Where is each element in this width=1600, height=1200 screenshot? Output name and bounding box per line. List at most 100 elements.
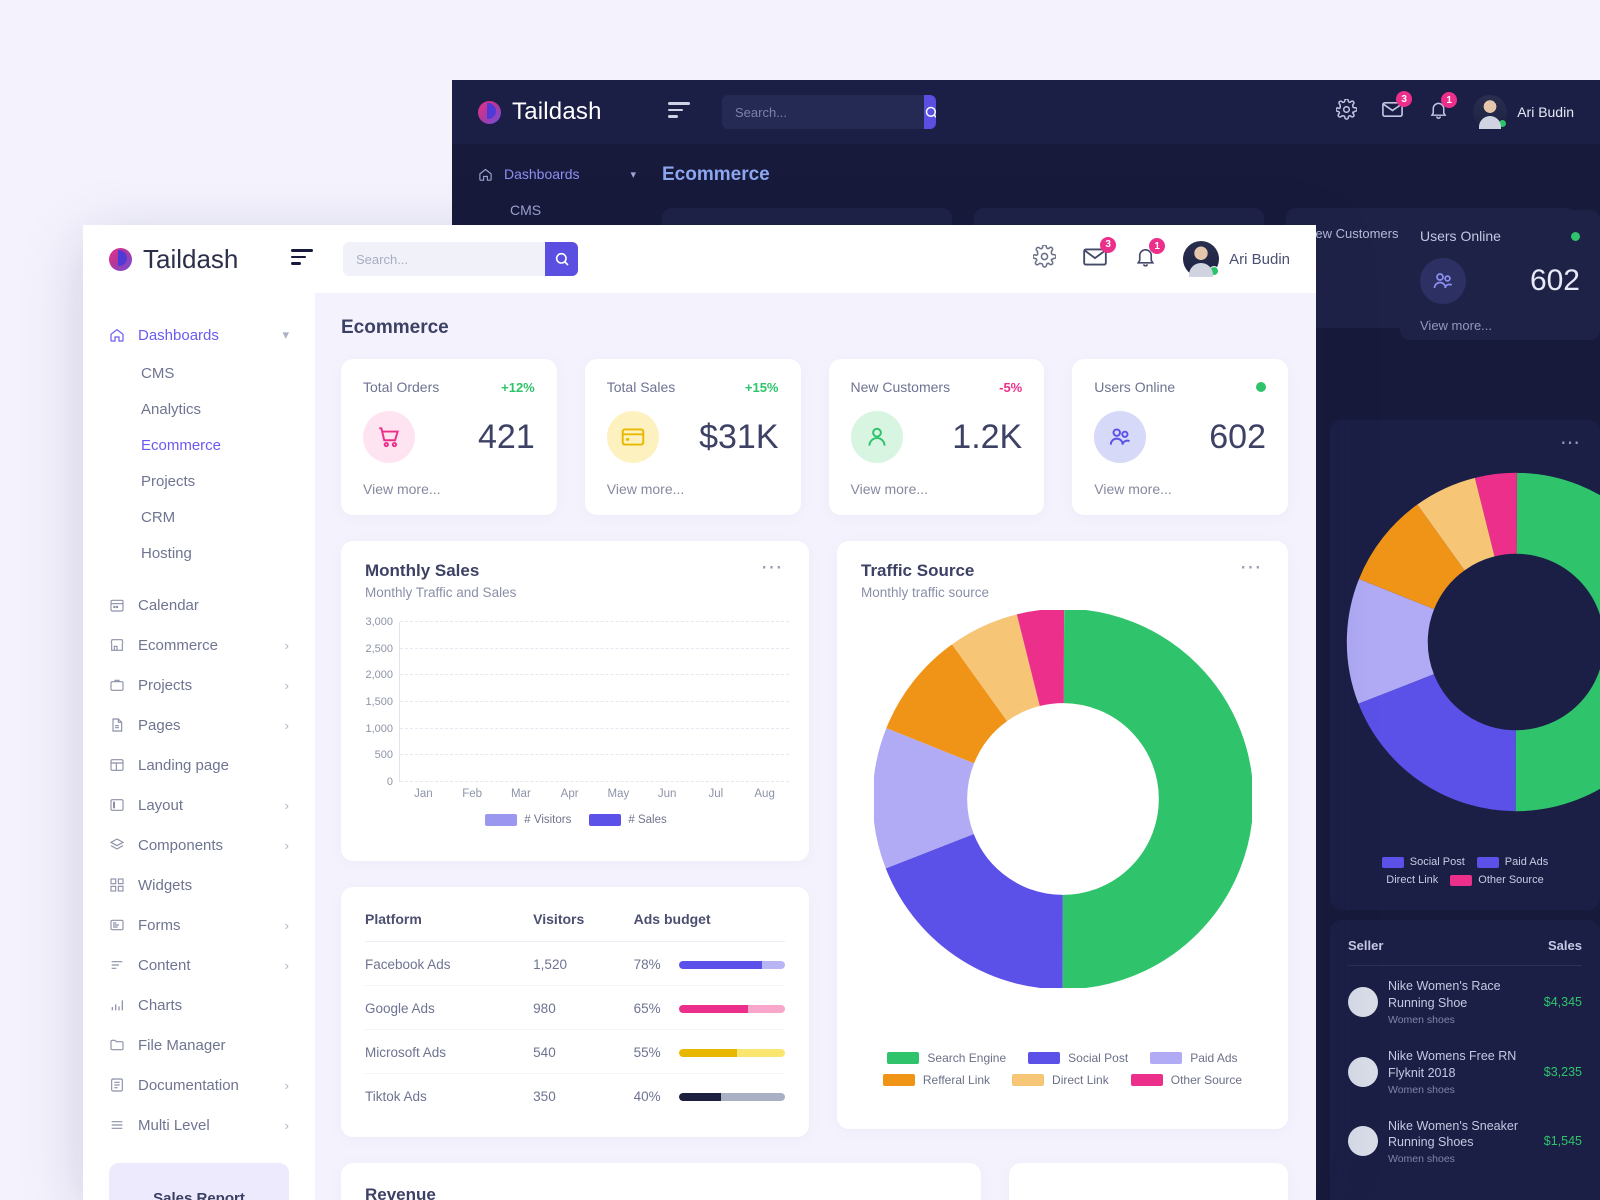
legend-item[interactable]: Paid Ads xyxy=(1150,1051,1238,1065)
sidebar-item-file-manager[interactable]: File Manager xyxy=(83,1025,315,1065)
dark-menu-toggle-button[interactable] xyxy=(668,102,690,121)
logo[interactable]: Taildash xyxy=(109,244,281,275)
messages-button[interactable]: 3 xyxy=(1082,236,1117,275)
sidebar-item-crm[interactable]: CRM xyxy=(83,499,315,535)
sidebar-label: Layout xyxy=(138,796,184,814)
legend-item[interactable]: # Visitors xyxy=(485,814,571,826)
sidebar-item-projects-sub[interactable]: Projects xyxy=(83,463,315,499)
stat-view-more[interactable]: View more... xyxy=(851,481,1023,497)
dark-seller-sales: $1,545 xyxy=(1543,1134,1582,1149)
dark-sidebar-item-dashboards[interactable]: Dashboards ▾ xyxy=(478,166,662,182)
sidebar-item-ecommerce-sub[interactable]: Ecommerce xyxy=(83,427,315,463)
sidebar-item-dashboards[interactable]: Dashboards ▾ xyxy=(83,315,315,355)
sidebar-item-forms[interactable]: Forms › xyxy=(83,905,315,945)
legend-item[interactable]: Search Engine xyxy=(887,1051,1006,1065)
budget-percent: 40% xyxy=(633,1089,661,1104)
menu-toggle-button[interactable] xyxy=(291,249,313,268)
table-row[interactable]: Google Ads 980 65% xyxy=(365,985,785,1030)
sidebar-item-pages[interactable]: Pages › xyxy=(83,705,315,745)
dark-user-menu[interactable]: Ari Budin xyxy=(1473,95,1574,129)
legend-item[interactable]: Refferal Link xyxy=(882,1073,991,1087)
live-status-dot xyxy=(1571,231,1580,241)
cell-ads-budget: 40% xyxy=(634,1074,785,1118)
cell-ads-budget: 55% xyxy=(633,1029,785,1074)
layout-icon xyxy=(110,759,124,771)
stat-card-users-online[interactable]: Users Online 602 View more... xyxy=(1072,359,1288,515)
stat-view-more[interactable]: View more... xyxy=(607,481,779,497)
sidebar-item-charts[interactable]: Charts xyxy=(83,985,315,1025)
stat-card-total-orders[interactable]: Total Orders +12% 421 View more... xyxy=(341,359,557,515)
sales-report-promo[interactable]: Sales Report xyxy=(109,1163,289,1200)
sidebar-label: Widgets xyxy=(138,876,193,894)
traffic-source-subtitle: Monthly traffic source xyxy=(861,585,990,600)
table-row[interactable]: Tiktok Ads 350 40% xyxy=(365,1074,785,1118)
notifications-button[interactable]: 1 xyxy=(1134,238,1166,273)
sidebar-item-landing-page[interactable]: Landing page xyxy=(83,745,315,785)
dark-seller-category: Women shoes xyxy=(1388,1013,1455,1026)
search-icon xyxy=(925,106,936,118)
dark-topbar: Taildash 3 1 Ari Budin xyxy=(452,80,1600,144)
legend-item[interactable]: Social Post xyxy=(1028,1051,1128,1065)
search-button[interactable] xyxy=(545,242,578,276)
settings-button[interactable] xyxy=(1032,244,1057,273)
sidebar-item-documentation[interactable]: Documentation › xyxy=(83,1065,315,1105)
sidebar-item-cms[interactable]: CMS xyxy=(83,355,315,391)
legend-item[interactable]: Other Source xyxy=(1130,1073,1242,1087)
dark-donut-legend: Social Post Paid Ads Direct Link Other S… xyxy=(1340,856,1590,892)
search-box[interactable] xyxy=(343,242,578,276)
dark-sidebar-item-cms[interactable]: CMS xyxy=(510,202,662,218)
sidebar-item-analytics[interactable]: Analytics xyxy=(83,391,315,427)
layers-icon xyxy=(109,838,125,850)
stat-view-more[interactable]: View more... xyxy=(1094,481,1266,497)
dark-search-input[interactable] xyxy=(722,95,924,129)
dark-users-online-card[interactable]: Users Online 602 View more... xyxy=(1400,210,1600,340)
user-menu[interactable]: Ari Budin xyxy=(1183,241,1290,277)
dark-logo[interactable]: Taildash xyxy=(478,98,628,126)
sidebar-item-projects[interactable]: Projects › xyxy=(83,665,315,705)
dark-seller-row[interactable]: Nike Women's Race Running Shoe Women sho… xyxy=(1348,966,1582,1036)
table-row[interactable]: Microsoft Ads 540 55% xyxy=(365,1029,785,1074)
ads-budget-table: Platform Visitors Ads budget Facebook Ad… xyxy=(365,911,785,1117)
x-axis-tick-label: Mar xyxy=(510,788,531,800)
stat-view-more[interactable]: View more... xyxy=(363,481,535,497)
donut-segment[interactable] xyxy=(873,610,1252,988)
sidebar-item-layout[interactable]: Layout › xyxy=(83,785,315,825)
dark-traffic-source-card: ⋯ Social Post Paid Ads Direct Link Other… xyxy=(1330,420,1600,910)
sidebar-item-widgets[interactable]: Widgets xyxy=(83,865,315,905)
dark-topbar-actions: 3 1 Ari Budin xyxy=(1335,91,1574,129)
sidebar-item-multi-level[interactable]: Multi Level › xyxy=(83,1105,315,1145)
legend-swatch xyxy=(882,1074,915,1086)
dark-seller-row[interactable]: Nike Womens Free RN Flyknit 2018 Women s… xyxy=(1348,1036,1582,1106)
dark-search-button[interactable] xyxy=(924,95,936,129)
dark-seller-category: Women shoes xyxy=(1388,1153,1455,1166)
gear-icon xyxy=(1032,244,1057,268)
sidebar-item-content[interactable]: Content › xyxy=(83,945,315,985)
monthly-sales-menu-button[interactable]: ⋯ xyxy=(761,556,786,600)
sidebar-item-calendar[interactable]: Calendar xyxy=(83,585,315,625)
donut-chart xyxy=(873,610,1252,988)
stat-card-new-customers[interactable]: New Customers -5% 1.2K View more... xyxy=(828,359,1045,515)
legend-item[interactable]: # Sales xyxy=(589,814,667,826)
grid-icon xyxy=(110,878,124,892)
dark-messages-button[interactable]: 3 xyxy=(1381,91,1413,126)
table-row[interactable]: Facebook Ads 1,520 78% xyxy=(365,941,785,986)
traffic-source-menu-button[interactable]: ⋯ xyxy=(1240,556,1265,600)
sidebar-item-hosting[interactable]: Hosting xyxy=(83,535,315,571)
sidebar-item-components[interactable]: Components › xyxy=(83,825,315,865)
dark-card-menu-button[interactable]: ⋯ xyxy=(1348,433,1582,453)
dark-seller-row[interactable]: Nike Women's Sneaker Running Shoes Women… xyxy=(1348,1106,1582,1176)
search-input[interactable] xyxy=(343,242,545,276)
traffic-source-chart xyxy=(837,604,1288,994)
stat-card-total-sales[interactable]: Total Sales +15% $31K View more... xyxy=(584,359,801,515)
legend-label: Refferal Link xyxy=(922,1073,991,1087)
dark-users-online-view-more[interactable]: View more... xyxy=(1420,318,1580,333)
dark-search-box[interactable] xyxy=(722,95,936,129)
sidebar-item-ecommerce[interactable]: Ecommerce › xyxy=(83,625,315,665)
search-icon xyxy=(555,252,569,266)
sidebar-label: Landing page xyxy=(138,756,229,774)
user-icon xyxy=(850,411,903,463)
home-icon xyxy=(110,328,124,342)
legend-item[interactable]: Direct Link xyxy=(1012,1073,1109,1087)
dark-notifications-button[interactable]: 1 xyxy=(1428,92,1458,125)
dark-settings-button[interactable] xyxy=(1335,98,1358,125)
